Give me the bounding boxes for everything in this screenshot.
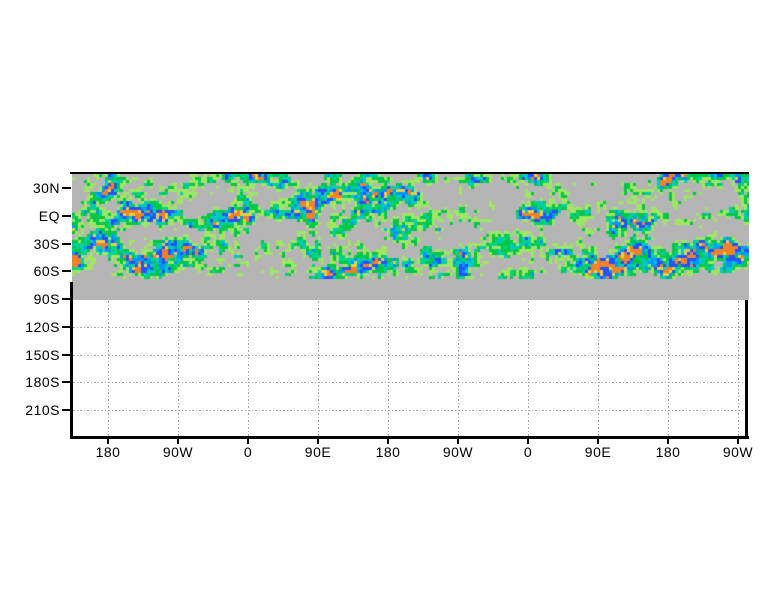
- x-tick-label: 180: [95, 444, 121, 460]
- x-tick-label: 90E: [304, 444, 332, 460]
- shaded-field-canvas: [72, 174, 749, 300]
- plot-frame-left: [70, 282, 73, 439]
- y-tick-label-30s: 30S: [33, 236, 60, 252]
- v-gridline: [528, 301, 529, 436]
- x-tick-label: 90W: [442, 444, 474, 460]
- v-gridline: [668, 301, 669, 436]
- x-tick-label: 180: [655, 444, 681, 460]
- x-tick-mark: [317, 439, 319, 444]
- x-tick-mark: [527, 439, 529, 444]
- y-tick-mark: [62, 215, 71, 217]
- y-tick-mark: [62, 409, 71, 411]
- v-gridline: [458, 301, 459, 436]
- v-gridline: [388, 301, 389, 436]
- h-gridline: [73, 355, 745, 356]
- v-gridline: [248, 301, 249, 436]
- y-tick-mark: [62, 354, 71, 356]
- x-tick-label: 90E: [584, 444, 612, 460]
- plot-frame-top: [70, 172, 749, 174]
- v-gridline: [598, 301, 599, 436]
- v-gridline: [318, 301, 319, 436]
- x-tick-label: 0: [243, 444, 253, 460]
- y-tick-label-150s: 150S: [25, 347, 60, 363]
- y-tick-label-90s: 90S: [33, 291, 60, 307]
- x-tick-mark: [177, 439, 179, 444]
- x-tick-mark: [667, 439, 669, 444]
- y-tick-label-30n: 30N: [32, 180, 60, 196]
- x-tick-label: 0: [523, 444, 533, 460]
- x-tick-mark: [597, 439, 599, 444]
- y-tick-mark: [62, 298, 71, 300]
- x-tick-mark: [737, 439, 739, 444]
- y-tick-label-210s: 210S: [25, 402, 60, 418]
- y-tick-label-eq: EQ: [38, 208, 60, 224]
- y-tick-label-60s: 60S: [33, 263, 60, 279]
- h-gridline: [73, 382, 745, 383]
- x-tick-label: 180: [375, 444, 401, 460]
- x-tick-mark: [247, 439, 249, 444]
- y-tick-mark: [62, 326, 71, 328]
- h-gridline: [73, 327, 745, 328]
- v-gridline: [738, 301, 739, 436]
- plot-frame-right: [745, 300, 748, 439]
- x-tick-label: 90W: [162, 444, 194, 460]
- v-gridline: [108, 301, 109, 436]
- v-gridline: [178, 301, 179, 436]
- y-tick-mark: [62, 381, 71, 383]
- y-tick-mark: [62, 243, 71, 245]
- y-tick-label-120s: 120S: [25, 319, 60, 335]
- x-tick-label: 90W: [722, 444, 754, 460]
- y-tick-label-180s: 180S: [25, 374, 60, 390]
- y-tick-mark: [62, 187, 71, 189]
- x-tick-mark: [387, 439, 389, 444]
- x-tick-mark: [107, 439, 109, 444]
- h-gridline: [73, 410, 745, 411]
- y-tick-mark: [62, 270, 71, 272]
- plot-frame-bottom: [70, 436, 749, 439]
- map-plot: 30N EQ 30S 60S 90S 120S 150S 180S 210S 180 90W 0 90…: [0, 0, 784, 612]
- x-tick-mark: [457, 439, 459, 444]
